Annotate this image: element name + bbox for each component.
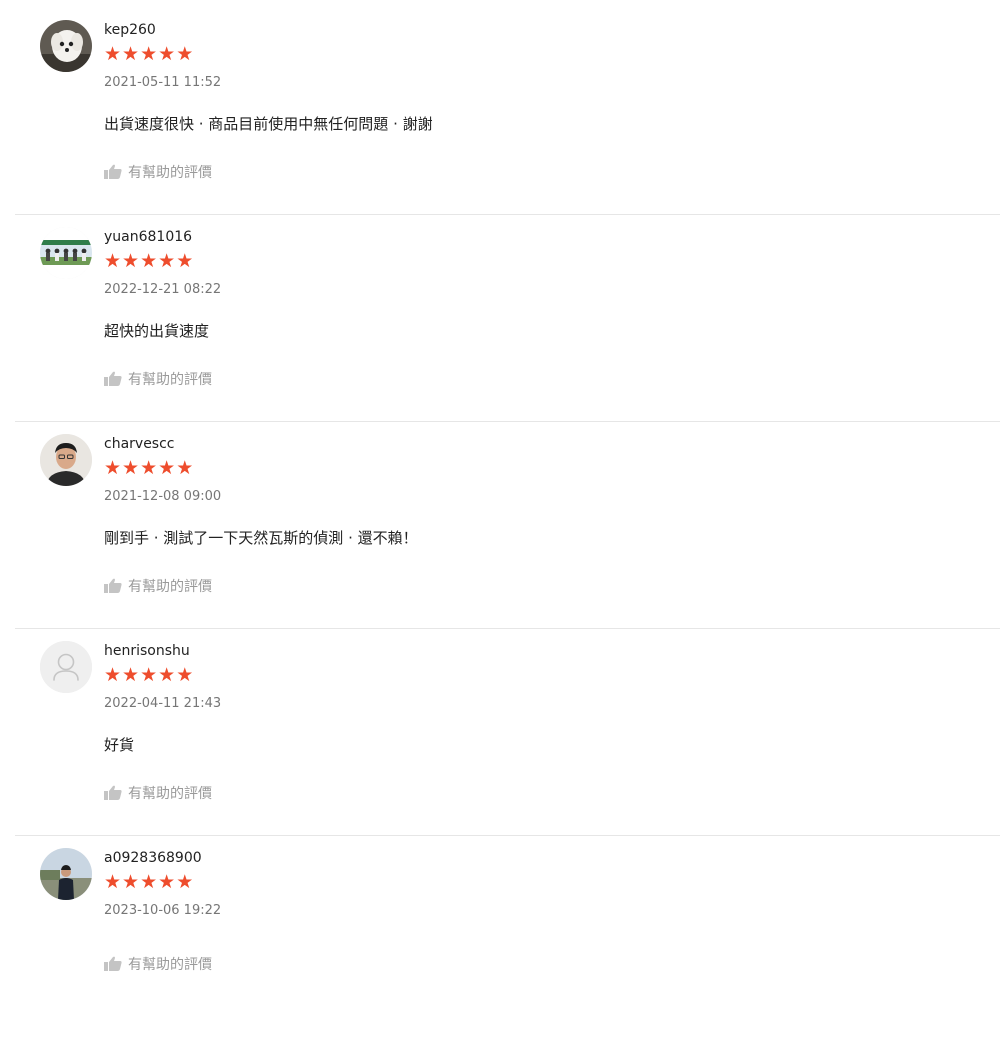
helpful-label: 有幫助的評價 [128,372,212,388]
helpful-label: 有幫助的評價 [128,579,212,595]
star-icon: ★ [176,43,195,65]
helpful-label: 有幫助的評價 [128,957,212,973]
review-item: kep260 ★★★★★ 2021-05-11 11:52 出貨速度很快 · 商… [15,8,1000,215]
dog-photo-avatar[interactable] [40,20,92,72]
review-timestamp: 2023-10-06 19:22 [104,903,222,918]
helpful-button[interactable]: 有幫助的評價 [104,576,212,596]
star-icon: ★ [158,871,177,893]
thumbs-up-icon [104,371,122,386]
username[interactable]: kep260 [104,22,156,38]
star-icon: ★ [122,871,141,893]
star-icon: ★ [104,457,123,479]
helpful-button[interactable]: 有幫助的評價 [104,783,212,803]
star-icon: ★ [176,250,195,272]
star-icon: ★ [140,457,159,479]
review-comment: 好貨 [104,736,135,754]
star-icon: ★ [158,664,177,686]
star-icon: ★ [158,43,177,65]
person-outdoor-photo-avatar[interactable] [40,848,92,900]
review-timestamp: 2021-12-08 09:00 [104,489,222,504]
helpful-button[interactable]: 有幫助的評價 [104,954,212,974]
star-rating: ★★★★★ [104,872,194,892]
thumbs-up-icon [104,785,122,800]
star-icon: ★ [122,664,141,686]
star-rating: ★★★★★ [104,665,194,685]
star-icon: ★ [122,250,141,272]
helpful-button[interactable]: 有幫助的評價 [104,162,212,182]
person-photo-avatar[interactable] [40,434,92,486]
helpful-label: 有幫助的評價 [128,165,212,181]
username[interactable]: charvescc [104,436,175,452]
star-rating: ★★★★★ [104,458,194,478]
star-rating: ★★★★★ [104,251,194,271]
star-icon: ★ [122,43,141,65]
star-icon: ★ [140,871,159,893]
review-item: henrisonshu ★★★★★ 2022-04-11 21:43 好貨 有幫… [15,629,1000,836]
review-comment: 出貨速度很快 · 商品目前使用中無任何問題 · 謝謝 [104,115,433,133]
thumbs-up-icon [104,578,122,593]
username[interactable]: henrisonshu [104,643,190,659]
thumbs-up-icon [104,956,122,971]
review-comment: 超快的出貨速度 [104,322,210,340]
star-icon: ★ [104,664,123,686]
review-item: a0928368900 ★★★★★ 2023-10-06 19:22 有幫助的評… [15,836,1000,1043]
star-icon: ★ [104,250,123,272]
helpful-button[interactable]: 有幫助的評價 [104,369,212,389]
review-timestamp: 2022-12-21 08:22 [104,282,222,297]
review-timestamp: 2021-05-11 11:52 [104,75,222,90]
helpful-label: 有幫助的評價 [128,786,212,802]
star-icon: ★ [104,43,123,65]
review-comment: 剛到手 · 測試了一下天然瓦斯的偵測 · 還不賴！ [104,529,418,547]
star-icon: ★ [176,871,195,893]
star-rating: ★★★★★ [104,44,194,64]
star-icon: ★ [176,457,195,479]
review-item: charvescc ★★★★★ 2021-12-08 09:00 剛到手 · 測… [15,422,1000,629]
star-icon: ★ [158,457,177,479]
group-photo-avatar[interactable] [40,227,92,279]
star-icon: ★ [122,457,141,479]
star-icon: ★ [140,250,159,272]
star-icon: ★ [140,43,159,65]
username[interactable]: a0928368900 [104,850,202,866]
default-user-avatar[interactable] [40,641,92,693]
star-icon: ★ [158,250,177,272]
star-icon: ★ [176,664,195,686]
star-icon: ★ [140,664,159,686]
thumbs-up-icon [104,164,122,179]
review-item: yuan681016 ★★★★★ 2022-12-21 08:22 超快的出貨速… [15,215,1000,422]
username[interactable]: yuan681016 [104,229,192,245]
star-icon: ★ [104,871,123,893]
review-timestamp: 2022-04-11 21:43 [104,696,222,711]
